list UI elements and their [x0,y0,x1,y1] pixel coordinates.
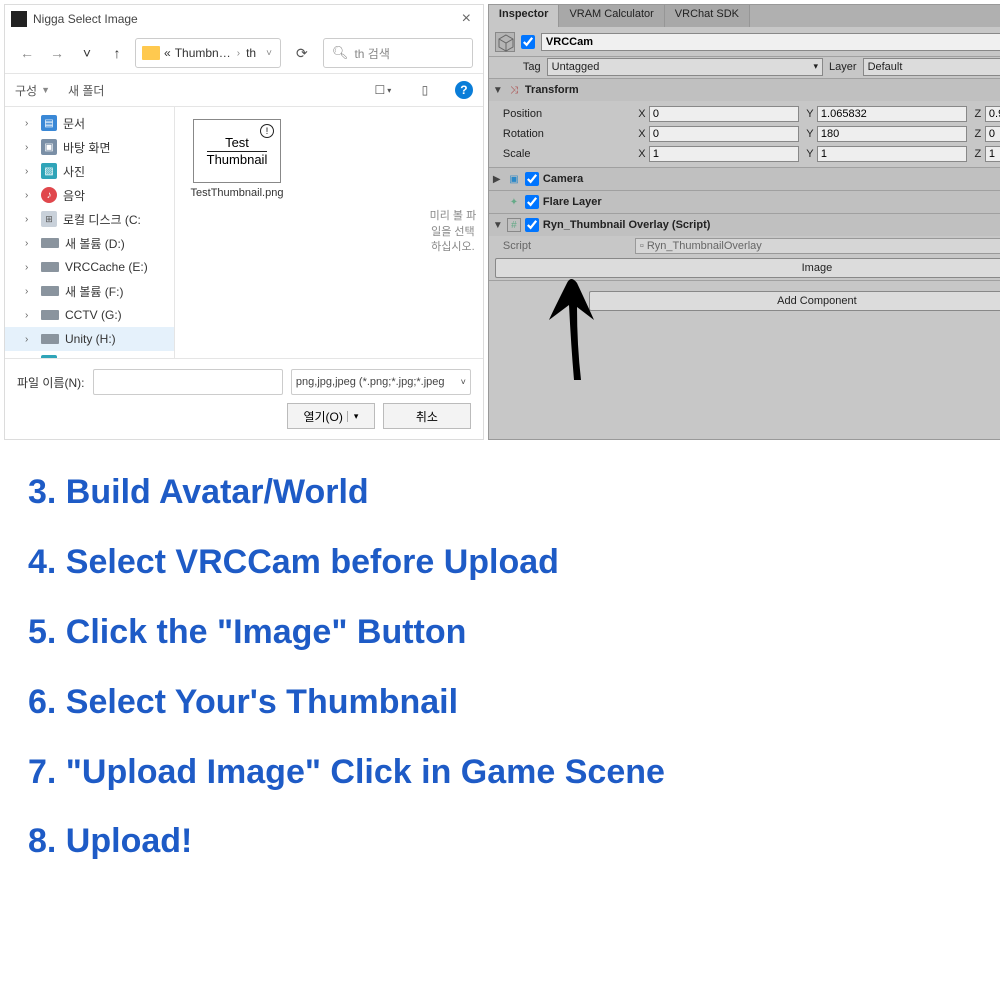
tree-item-music[interactable]: ›♪음악 [5,183,174,207]
file-name-label: TestThumbnail.png [191,187,284,199]
refresh-button[interactable]: ⟳ [287,38,317,68]
search-icon: 🔍︎ [332,45,349,61]
view-mode-button[interactable]: ☐▾ [371,78,395,102]
fold-icon[interactable]: ▶ [493,174,503,185]
position-y-field[interactable] [817,106,967,122]
tree-item-cctv[interactable]: ›CCTV (G:) [5,303,174,327]
rotation-z-field[interactable] [985,126,1000,142]
flare-icon: ✦ [507,195,521,209]
tree-item-esd-usb[interactable]: ›▸ESD-USB (I:) [5,351,174,358]
object-name-field[interactable] [541,33,1000,51]
info-icon: ! [260,124,274,138]
tree-item-local-disk[interactable]: ›⊞로컬 디스크 (C: [5,207,174,231]
active-checkbox[interactable] [521,35,535,49]
gameobject-icon[interactable] [495,32,515,52]
tree-item-volume-d[interactable]: ›새 볼륨 (D:) [5,231,174,255]
ryn-thumbnail-overlay-component: ▼ # Ryn_Thumbnail Overlay (Script) ❔⇆⋮ S… [489,214,1000,281]
cancel-button[interactable]: 취소 [383,403,471,429]
thumbnail-image: ! Test Thumbnail [193,119,281,183]
rotation-x-field[interactable] [649,126,799,142]
tag-dropdown[interactable]: Untagged▾ [547,58,823,76]
tab-vram-calculator[interactable]: VRAM Calculator [559,5,664,27]
breadcrumb-part-2[interactable]: th [246,46,256,60]
file-open-dialog: Nigga Select Image × ← → ˅ ↑ « Thumbn… ›… [4,4,484,440]
filename-input[interactable] [93,369,283,395]
step-5: 5. Click the "Image" Button [28,610,972,656]
file-item[interactable]: ! Test Thumbnail TestThumbnail.png [187,119,287,199]
scale-label: Scale [495,148,635,160]
chevron-right-icon: › [237,48,240,59]
fold-icon[interactable]: ▼ [493,85,503,96]
component-enabled-checkbox[interactable] [525,195,539,209]
close-icon[interactable]: × [456,10,477,28]
position-z-field[interactable] [985,106,1000,122]
component-enabled-checkbox[interactable] [525,172,539,186]
fold-icon[interactable]: ▼ [493,220,503,231]
scale-z-field[interactable] [985,146,1000,162]
open-button[interactable]: 열기(O)▾ [287,403,375,429]
step-7: 7. "Upload Image" Click in Game Scene [28,750,972,796]
new-folder-button[interactable]: 새 폴더 [68,82,104,99]
tab-vrchat-sdk[interactable]: VRChat SDK [665,5,750,27]
component-enabled-checkbox[interactable] [525,218,539,232]
tree-item-unity[interactable]: ›Unity (H:) [5,327,174,351]
chevron-down-icon[interactable]: ˅ [266,48,272,59]
nav-forward-button[interactable]: → [45,41,69,65]
layer-dropdown[interactable]: Default▾ [863,58,1000,76]
address-bar[interactable]: « Thumbn… › th ˅ [135,38,281,68]
camera-component: ▶ ▣ Camera ❔⇆⋮ [489,168,1000,191]
dialog-titlebar: Nigga Select Image × [5,5,483,33]
tab-inspector[interactable]: Inspector [489,5,560,27]
organize-button[interactable]: 구성▼ [15,82,50,99]
image-button[interactable]: Image [495,258,1000,278]
filename-label: 파일 이름(N): [17,374,85,391]
scale-x-field[interactable] [649,146,799,162]
tree-item-vrccache[interactable]: ›VRCCache (E:) [5,255,174,279]
folder-icon [142,46,160,60]
preview-hint: 미리 볼 파일을 선택하십시오. [423,107,483,358]
dialog-title: Nigga Select Image [33,12,450,26]
nav-recent-button[interactable]: ˅ [75,41,99,65]
tree-item-documents[interactable]: ›▤문서 [5,111,174,135]
position-x-field[interactable] [649,106,799,122]
transform-component: ▼ ⤨ Transform ❔⇆⋮ Position X Y Z Rotatio… [489,79,1000,168]
unity-icon [11,11,27,27]
nav-back-button[interactable]: ← [15,41,39,65]
help-icon[interactable]: ? [455,81,473,99]
tree-item-volume-f[interactable]: ›새 볼륨 (F:) [5,279,174,303]
script-field[interactable]: ▫Ryn_ThumbnailOverlay [635,238,1000,254]
dialog-toolbar: 구성▼ 새 폴더 ☐▾ ▯ ? [5,73,483,107]
tree-item-pictures[interactable]: ›▨사진 [5,159,174,183]
step-4: 4. Select VRCCam before Upload [28,540,972,586]
inspector-panel: Inspector VRAM Calculator VRChat SDK 🔒︎⋮… [488,4,1000,440]
chevron-down-icon: ▼ [41,85,50,95]
file-filter-select[interactable]: png,jpg,jpeg (*.png;*.jpg;*.jpeg˅ [291,369,471,395]
rotation-y-field[interactable] [817,126,967,142]
position-label: Position [495,108,635,120]
camera-icon: ▣ [507,172,521,186]
add-component-button[interactable]: Add Component [589,291,1000,311]
preview-pane-button[interactable]: ▯ [413,78,437,102]
search-placeholder: th 검색 [354,45,389,62]
flare-layer-component: ▶ ✦ Flare Layer ❔⇆⋮ [489,191,1000,214]
tag-label: Tag [523,61,541,73]
scale-y-field[interactable] [817,146,967,162]
instructions-list: 3. Build Avatar/World 4. Select VRCCam b… [0,440,1000,909]
step-3: 3. Build Avatar/World [28,470,972,516]
script-icon: # [507,218,521,232]
folder-tree: ›▤문서 ›▣바탕 화면 ›▨사진 ›♪음악 ›⊞로컬 디스크 (C: ›새 볼… [5,107,175,358]
transform-icon: ⤨ [507,83,521,97]
nav-up-button[interactable]: ↑ [105,41,129,65]
chevron-down-icon: ˅ [461,377,466,387]
script-label: Script [495,240,635,252]
breadcrumb-part-1[interactable]: Thumbn… [175,46,231,60]
step-8: 8. Upload! [28,819,972,865]
layer-label: Layer [829,61,857,73]
step-6: 6. Select Your's Thumbnail [28,680,972,726]
tree-item-desktop[interactable]: ›▣바탕 화면 [5,135,174,159]
file-list[interactable]: ! Test Thumbnail TestThumbnail.png [175,107,423,358]
search-input[interactable]: 🔍︎ th 검색 [323,38,473,68]
nav-bar: ← → ˅ ↑ « Thumbn… › th ˅ ⟳ 🔍︎ th 검색 [5,33,483,73]
rotation-label: Rotation [495,128,635,140]
